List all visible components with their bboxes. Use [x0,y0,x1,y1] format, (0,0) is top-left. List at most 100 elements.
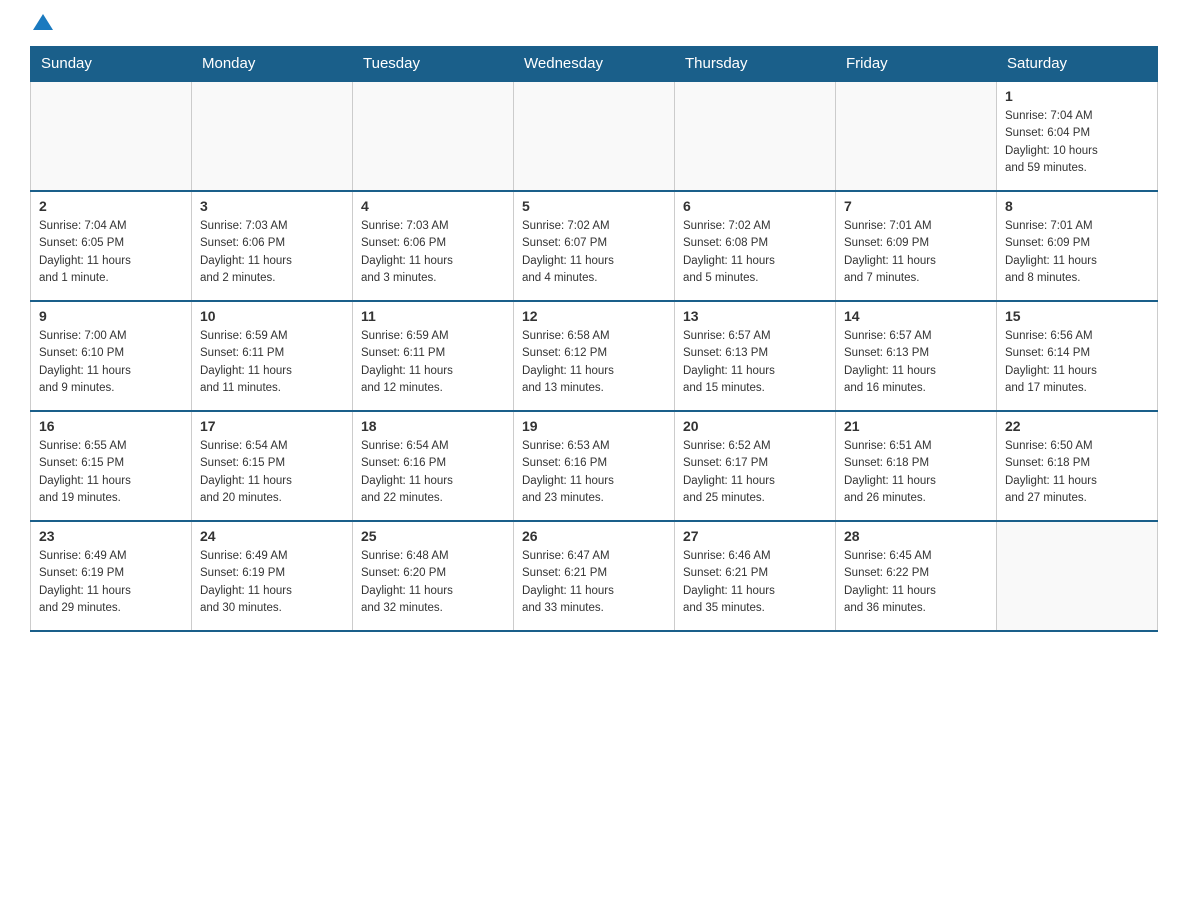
day-cell [836,81,997,191]
day-number: 4 [361,198,505,214]
day-cell [997,521,1158,631]
day-info: Sunrise: 7:02 AMSunset: 6:08 PMDaylight:… [683,218,827,287]
day-number: 22 [1005,418,1149,434]
day-info: Sunrise: 6:48 AMSunset: 6:20 PMDaylight:… [361,548,505,617]
day-number: 1 [1005,88,1149,104]
calendar-table: SundayMondayTuesdayWednesdayThursdayFrid… [30,46,1158,632]
day-info: Sunrise: 6:49 AMSunset: 6:19 PMDaylight:… [39,548,183,617]
weekday-header-thursday: Thursday [675,47,836,82]
day-cell [353,81,514,191]
day-info: Sunrise: 6:57 AMSunset: 6:13 PMDaylight:… [683,328,827,397]
day-info: Sunrise: 7:04 AMSunset: 6:05 PMDaylight:… [39,218,183,287]
day-cell: 5 Sunrise: 7:02 AMSunset: 6:07 PMDaylight… [514,191,675,301]
day-cell: 10Sunrise: 6:59 AMSunset: 6:11 PMDayligh… [192,301,353,411]
day-number: 19 [522,418,666,434]
day-number: 15 [1005,308,1149,324]
day-number: 2 [39,198,183,214]
day-info: Sunrise: 6:50 AMSunset: 6:18 PMDaylight:… [1005,438,1149,507]
day-cell: 11Sunrise: 6:59 AMSunset: 6:11 PMDayligh… [353,301,514,411]
weekday-header-row: SundayMondayTuesdayWednesdayThursdayFrid… [31,47,1158,82]
weekday-header-saturday: Saturday [997,47,1158,82]
day-cell: 8 Sunrise: 7:01 AMSunset: 6:09 PMDaylight… [997,191,1158,301]
day-info: Sunrise: 6:54 AMSunset: 6:15 PMDaylight:… [200,438,344,507]
day-cell [192,81,353,191]
weekday-header-tuesday: Tuesday [353,47,514,82]
day-cell [514,81,675,191]
day-cell: 22 Sunrise: 6:50 AMSunset: 6:18 PMDayligh… [997,411,1158,521]
day-info: Sunrise: 7:04 AMSunset: 6:04 PMDaylight:… [1005,108,1149,177]
day-info: Sunrise: 6:49 AMSunset: 6:19 PMDaylight:… [200,548,344,617]
day-cell: 2 Sunrise: 7:04 AMSunset: 6:05 PMDaylight… [31,191,192,301]
day-cell [675,81,836,191]
week-row-5: 23 Sunrise: 6:49 AMSunset: 6:19 PMDayligh… [31,521,1158,631]
week-row-3: 9 Sunrise: 7:00 AMSunset: 6:10 PMDaylight… [31,301,1158,411]
day-number: 6 [683,198,827,214]
day-info: Sunrise: 6:56 AMSunset: 6:14 PMDaylight:… [1005,328,1149,397]
day-cell: 21 Sunrise: 6:51 AMSunset: 6:18 PMDayligh… [836,411,997,521]
day-cell: 1 Sunrise: 7:04 AMSunset: 6:04 PMDaylight… [997,81,1158,191]
day-info: Sunrise: 6:46 AMSunset: 6:21 PMDaylight:… [683,548,827,617]
day-cell: 28 Sunrise: 6:45 AMSunset: 6:22 PMDayligh… [836,521,997,631]
day-info: Sunrise: 6:59 AMSunset: 6:11 PMDaylight:… [200,328,344,397]
day-cell: 27 Sunrise: 6:46 AMSunset: 6:21 PMDayligh… [675,521,836,631]
day-info: Sunrise: 6:55 AMSunset: 6:15 PMDaylight:… [39,438,183,507]
weekday-header-wednesday: Wednesday [514,47,675,82]
day-number: 16 [39,418,183,434]
day-cell: 4 Sunrise: 7:03 AMSunset: 6:06 PMDaylight… [353,191,514,301]
day-number: 13 [683,308,827,324]
day-info: Sunrise: 6:58 AMSunset: 6:12 PMDaylight:… [522,328,666,397]
day-number: 17 [200,418,344,434]
page-header [30,20,1158,36]
day-number: 25 [361,528,505,544]
day-info: Sunrise: 7:03 AMSunset: 6:06 PMDaylight:… [361,218,505,287]
day-number: 23 [39,528,183,544]
day-info: Sunrise: 6:45 AMSunset: 6:22 PMDaylight:… [844,548,988,617]
day-cell: 19 Sunrise: 6:53 AMSunset: 6:16 PMDayligh… [514,411,675,521]
day-number: 27 [683,528,827,544]
logo [30,20,53,36]
day-cell: 14 Sunrise: 6:57 AMSunset: 6:13 PMDayligh… [836,301,997,411]
day-cell: 20Sunrise: 6:52 AMSunset: 6:17 PMDayligh… [675,411,836,521]
week-row-1: 1 Sunrise: 7:04 AMSunset: 6:04 PMDaylight… [31,81,1158,191]
day-cell: 16 Sunrise: 6:55 AMSunset: 6:15 PMDayligh… [31,411,192,521]
day-cell: 13 Sunrise: 6:57 AMSunset: 6:13 PMDayligh… [675,301,836,411]
day-info: Sunrise: 7:01 AMSunset: 6:09 PMDaylight:… [844,218,988,287]
day-number: 8 [1005,198,1149,214]
day-cell: 17 Sunrise: 6:54 AMSunset: 6:15 PMDayligh… [192,411,353,521]
day-cell: 3Sunrise: 7:03 AMSunset: 6:06 PMDaylight… [192,191,353,301]
day-number: 21 [844,418,988,434]
day-cell: 18 Sunrise: 6:54 AMSunset: 6:16 PMDayligh… [353,411,514,521]
day-info: Sunrise: 7:01 AMSunset: 6:09 PMDaylight:… [1005,218,1149,287]
day-info: Sunrise: 6:51 AMSunset: 6:18 PMDaylight:… [844,438,988,507]
day-number: 26 [522,528,666,544]
day-cell: 25 Sunrise: 6:48 AMSunset: 6:20 PMDayligh… [353,521,514,631]
day-info: Sunrise: 6:47 AMSunset: 6:21 PMDaylight:… [522,548,666,617]
day-info: Sunrise: 6:54 AMSunset: 6:16 PMDaylight:… [361,438,505,507]
logo-triangle-icon [33,14,53,30]
day-info: Sunrise: 7:00 AMSunset: 6:10 PMDaylight:… [39,328,183,397]
week-row-4: 16 Sunrise: 6:55 AMSunset: 6:15 PMDayligh… [31,411,1158,521]
week-row-2: 2 Sunrise: 7:04 AMSunset: 6:05 PMDaylight… [31,191,1158,301]
day-cell: 7Sunrise: 7:01 AMSunset: 6:09 PMDaylight… [836,191,997,301]
day-info: Sunrise: 6:53 AMSunset: 6:16 PMDaylight:… [522,438,666,507]
day-cell: 23 Sunrise: 6:49 AMSunset: 6:19 PMDayligh… [31,521,192,631]
weekday-header-sunday: Sunday [31,47,192,82]
day-cell [31,81,192,191]
day-number: 9 [39,308,183,324]
weekday-header-friday: Friday [836,47,997,82]
day-number: 5 [522,198,666,214]
day-number: 20 [683,418,827,434]
day-number: 18 [361,418,505,434]
day-info: Sunrise: 7:02 AMSunset: 6:07 PMDaylight:… [522,218,666,287]
day-number: 14 [844,308,988,324]
day-cell: 15 Sunrise: 6:56 AMSunset: 6:14 PMDayligh… [997,301,1158,411]
day-cell: 24Sunrise: 6:49 AMSunset: 6:19 PMDayligh… [192,521,353,631]
day-number: 3 [200,198,344,214]
day-info: Sunrise: 6:57 AMSunset: 6:13 PMDaylight:… [844,328,988,397]
day-cell: 26 Sunrise: 6:47 AMSunset: 6:21 PMDayligh… [514,521,675,631]
day-cell: 12 Sunrise: 6:58 AMSunset: 6:12 PMDayligh… [514,301,675,411]
day-cell: 6 Sunrise: 7:02 AMSunset: 6:08 PMDaylight… [675,191,836,301]
day-number: 12 [522,308,666,324]
day-number: 28 [844,528,988,544]
day-info: Sunrise: 6:59 AMSunset: 6:11 PMDaylight:… [361,328,505,397]
